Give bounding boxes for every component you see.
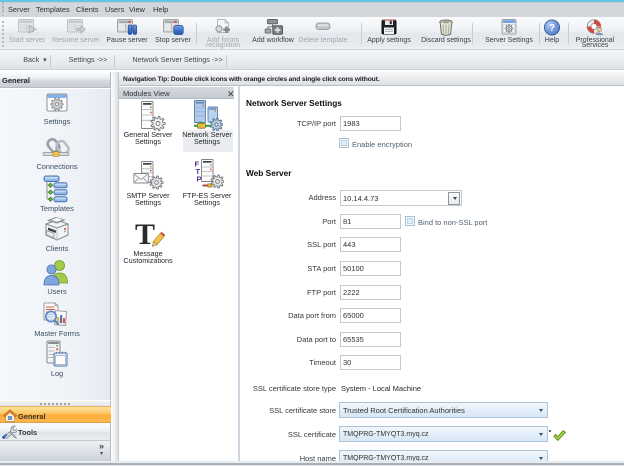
svg-text:T: T [135, 220, 155, 250]
svg-text:P: P [197, 175, 202, 184]
svg-text:?: ? [549, 23, 555, 34]
